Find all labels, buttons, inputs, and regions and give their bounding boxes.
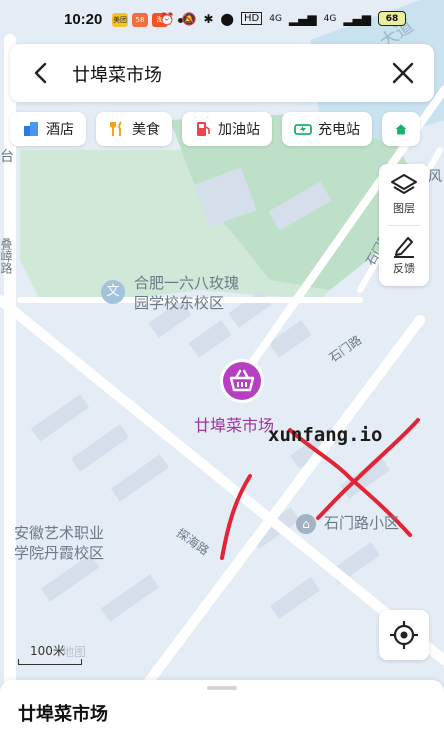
- scale-label: 100米: [30, 644, 65, 658]
- category-chips: 酒店 美食 加油站 充电站: [10, 112, 420, 146]
- market-pin[interactable]: [218, 357, 266, 405]
- poi-shimen-residence-label: 石门路小区: [324, 514, 400, 532]
- location-icon: ⬤: [220, 11, 234, 26]
- bottom-sheet[interactable]: 廿埠菜市场: [0, 680, 444, 740]
- poi-school-168-line1: 合肥一六八玫瑰: [134, 274, 240, 292]
- edge-label-feng: 风: [428, 169, 442, 185]
- overlay-watermark-text: xunfang.io: [268, 424, 383, 446]
- search-bar[interactable]: 廿埠菜市场: [10, 44, 434, 102]
- status-right-icons: ⏰ 🔕 ✱ ⬤ HD 4G ▂▄▆ 4G ▂▄▆ 68: [160, 11, 406, 26]
- layers-label: 图层: [393, 202, 415, 215]
- status-time: 10:20: [64, 11, 103, 28]
- road-label-diezhang: 叠嶂路: [0, 238, 13, 274]
- chip-hotel[interactable]: 酒店: [10, 112, 86, 146]
- crosshair-icon: [390, 621, 418, 649]
- more-category-icon: [395, 124, 407, 135]
- feedback-label: 反馈: [393, 262, 415, 275]
- signal-bars-2-icon: ▂▄▆: [343, 11, 371, 26]
- market-pin-label: 廿埠菜市场: [194, 416, 275, 435]
- poi-school-art-line1: 安徽艺术职业: [14, 524, 105, 542]
- sheet-title: 廿埠菜市场: [18, 704, 108, 725]
- map-tools-panel: 图层 反馈: [379, 164, 429, 286]
- chip-more[interactable]: [382, 112, 420, 146]
- status-bar: 10:20 美团 58 淘 ⏰ 🔕 ✱ ⬤ HD 4G ▂▄▆ 4G ▂▄▆ 6…: [0, 0, 444, 40]
- hotel-icon: [24, 122, 38, 136]
- mute-icon: 🔕: [181, 11, 197, 26]
- back-arrow-icon[interactable]: [26, 58, 56, 88]
- locate-me-button[interactable]: [379, 610, 429, 660]
- poi-school-art-line2: 学院丹霞校区: [14, 544, 105, 562]
- basket-icon: [220, 359, 264, 403]
- gas-station-icon: [197, 122, 210, 136]
- scale-bar: [18, 659, 82, 665]
- battery-icon: 68: [378, 11, 406, 26]
- bluetooth-icon: ✱: [203, 11, 214, 26]
- close-icon[interactable]: [388, 58, 418, 88]
- chip-gas-station[interactable]: 加油站: [182, 112, 272, 146]
- food-icon: [110, 121, 122, 136]
- panel-divider: [387, 225, 421, 226]
- layers-button[interactable]: 图层: [379, 172, 429, 216]
- chip-charging-station[interactable]: 充电站: [282, 112, 372, 146]
- signal-bars-1-icon: ▂▄▆: [288, 11, 317, 26]
- edge-label-tai: 台: [0, 149, 14, 165]
- signal-1-icon: 4G: [269, 13, 282, 24]
- sheet-drag-handle[interactable]: [207, 686, 237, 690]
- hd-icon: HD: [240, 12, 263, 25]
- chip-charging-station-label: 充电站: [318, 122, 360, 138]
- map-scale: 100米: [18, 642, 82, 665]
- chip-hotel-label: 酒店: [46, 122, 74, 138]
- chip-food[interactable]: 美食: [96, 112, 172, 146]
- layers-icon: [391, 174, 417, 194]
- feedback-pen-icon: [394, 237, 414, 258]
- 58-app-icon: 58: [132, 13, 148, 27]
- meituan-app-icon: 美团: [112, 13, 128, 27]
- residence-icon: ⌂: [296, 514, 316, 534]
- charging-station-icon: [294, 124, 312, 135]
- search-query-text[interactable]: 廿埠菜市场: [72, 61, 162, 87]
- chip-gas-station-label: 加油站: [218, 122, 260, 138]
- alarm-icon: ⏰: [159, 11, 175, 26]
- school-icon: 文: [101, 280, 125, 304]
- chip-food-label: 美食: [132, 122, 160, 138]
- poi-school-168-line2: 园学校东校区: [134, 294, 225, 312]
- signal-2-icon: 4G: [323, 13, 337, 24]
- feedback-button[interactable]: 反馈: [379, 232, 429, 276]
